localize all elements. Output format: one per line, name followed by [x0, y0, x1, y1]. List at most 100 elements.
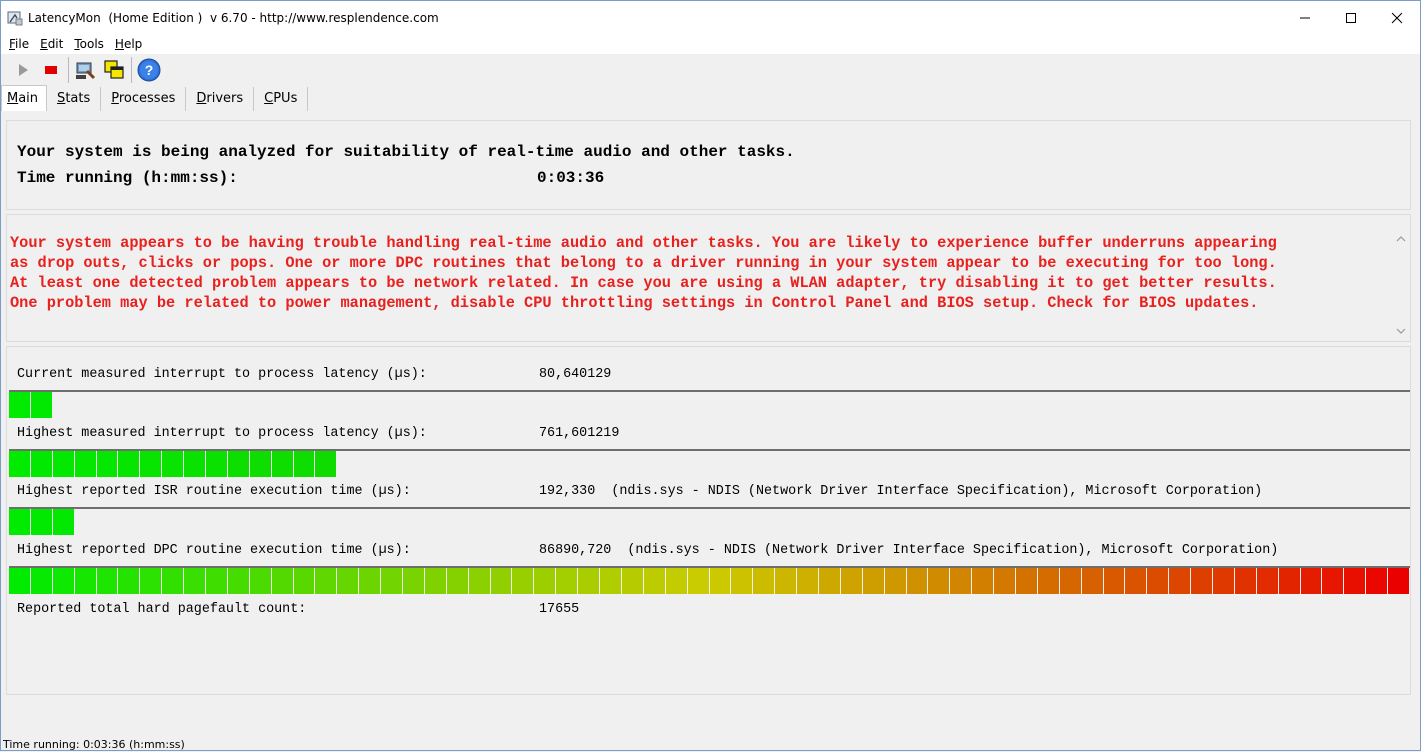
- scroll-up-icon[interactable]: [1396, 235, 1406, 245]
- bar-segment: [52, 509, 74, 535]
- bar-segment: [74, 568, 96, 594]
- bar-segment: [1256, 568, 1278, 594]
- bar-segment: [140, 451, 162, 477]
- bar-segment: [9, 509, 30, 535]
- tab-processes[interactable]: Processes: [101, 87, 187, 111]
- bar-segment: [30, 451, 52, 477]
- bar-segment: [1081, 568, 1103, 594]
- isr-time-label: Highest reported ISR routine execution t…: [17, 484, 411, 499]
- bar-segment: [9, 451, 30, 477]
- isr-time-bar-fill: [9, 509, 75, 535]
- bar-segment: [30, 392, 52, 418]
- status-bar: Time running: 0:03:36 (h:mm:ss): [3, 738, 185, 751]
- bar-segment: [162, 568, 184, 594]
- toolbar-separator: [68, 57, 69, 83]
- isr-time-bar: [9, 507, 1410, 535]
- maximize-icon: [1346, 12, 1356, 23]
- bar-segment: [709, 568, 731, 594]
- minimize-button[interactable]: [1282, 1, 1328, 34]
- toolbar-separator: [131, 57, 132, 83]
- pagefault-count-label: Reported total hard pagefault count:: [17, 602, 307, 617]
- menu-file[interactable]: File: [3, 35, 34, 53]
- bar-segment: [30, 568, 52, 594]
- bar-segment: [665, 568, 687, 594]
- start-button[interactable]: [9, 56, 37, 84]
- latencymon-window: LatencyMon (Home Edition ) v 6.70 - http…: [0, 0, 1421, 751]
- dpc-time-value: 86890,720 (ndis.sys - NDIS (Network Driv…: [539, 543, 1279, 558]
- bar-segment: [206, 451, 227, 477]
- bar-segment: [249, 451, 271, 477]
- close-button[interactable]: [1374, 1, 1420, 34]
- bar-segment: [337, 568, 359, 594]
- bar-segment: [271, 451, 293, 477]
- windows-icon: [104, 60, 124, 79]
- maximize-button[interactable]: [1328, 1, 1374, 34]
- windows-button[interactable]: [100, 56, 128, 84]
- bar-segment: [775, 568, 797, 594]
- bar-segment: [1191, 568, 1212, 594]
- bar-segment: [753, 568, 775, 594]
- bar-segment: [600, 568, 621, 594]
- bar-segment: [818, 568, 840, 594]
- bar-segment: [30, 509, 52, 535]
- bar-segment: [621, 568, 643, 594]
- bar-segment: [1125, 568, 1147, 594]
- bar-segment: [1344, 568, 1366, 594]
- conclusion-message: Your system appears to be having trouble…: [10, 234, 1277, 312]
- tab-cpus[interactable]: CPUs: [254, 87, 309, 111]
- bar-segment: [534, 568, 556, 594]
- scroll-down-icon[interactable]: [1396, 327, 1406, 337]
- bar-segment: [227, 451, 249, 477]
- conclusion-panel[interactable]: Your system appears to be having trouble…: [6, 214, 1411, 342]
- bar-segment: [315, 451, 337, 477]
- help-icon: ?: [137, 58, 161, 82]
- menu-help[interactable]: Help: [109, 35, 147, 53]
- analysis-status-text: Your system is being analyzed for suitab…: [17, 143, 795, 161]
- help-button[interactable]: ?: [135, 56, 163, 84]
- current-latency-value: 80,640129: [539, 367, 612, 382]
- bar-segment: [906, 568, 928, 594]
- menu-tools[interactable]: Tools: [68, 35, 109, 53]
- bar-segment: [972, 568, 994, 594]
- menu-edit[interactable]: Edit: [34, 35, 68, 53]
- bar-segment: [884, 568, 906, 594]
- bar-segment: [96, 451, 118, 477]
- bar-segment: [271, 568, 293, 594]
- bar-segment: [249, 568, 271, 594]
- bar-segment: [315, 568, 337, 594]
- minimize-icon: [1300, 17, 1310, 18]
- analyze-button[interactable]: [72, 56, 100, 84]
- metrics-panel: Current measured interrupt to process la…: [6, 346, 1411, 695]
- window-title: LatencyMon (Home Edition ) v 6.70 - http…: [28, 10, 439, 25]
- bar-segment: [118, 568, 140, 594]
- stop-button[interactable]: [37, 56, 65, 84]
- pagefault-count-value: 17655: [539, 602, 580, 617]
- tab-main[interactable]: Main: [1, 85, 48, 111]
- bar-segment: [928, 568, 950, 594]
- highest-latency-label: Highest measured interrupt to process la…: [17, 426, 427, 441]
- bar-segment: [1300, 568, 1322, 594]
- bar-segment: [556, 568, 578, 594]
- bar-segment: [9, 568, 30, 594]
- bar-segment: [687, 568, 709, 594]
- bar-segment: [52, 568, 74, 594]
- toolbar: ?: [1, 54, 1420, 86]
- bar-segment: [52, 451, 74, 477]
- highest-latency-value: 761,601219: [539, 426, 620, 441]
- time-running-value: 0:03:36: [537, 169, 605, 187]
- bar-segment: [184, 451, 206, 477]
- bar-segment: [184, 568, 206, 594]
- bar-segment: [1234, 568, 1256, 594]
- title-bar[interactable]: LatencyMon (Home Edition ) v 6.70 - http…: [1, 1, 1420, 34]
- bar-segment: [74, 451, 96, 477]
- highest-latency-bar: [9, 449, 1410, 477]
- time-running-label: Time running (h:mm:ss):: [17, 169, 238, 187]
- tab-stats[interactable]: Stats: [47, 87, 102, 111]
- current-latency-bar: [9, 390, 1410, 418]
- tab-drivers[interactable]: Drivers: [186, 87, 255, 111]
- bar-segment: [840, 568, 862, 594]
- bar-segment: [9, 392, 30, 418]
- play-icon: [19, 64, 28, 76]
- close-icon: [1391, 12, 1403, 23]
- bar-segment: [162, 451, 184, 477]
